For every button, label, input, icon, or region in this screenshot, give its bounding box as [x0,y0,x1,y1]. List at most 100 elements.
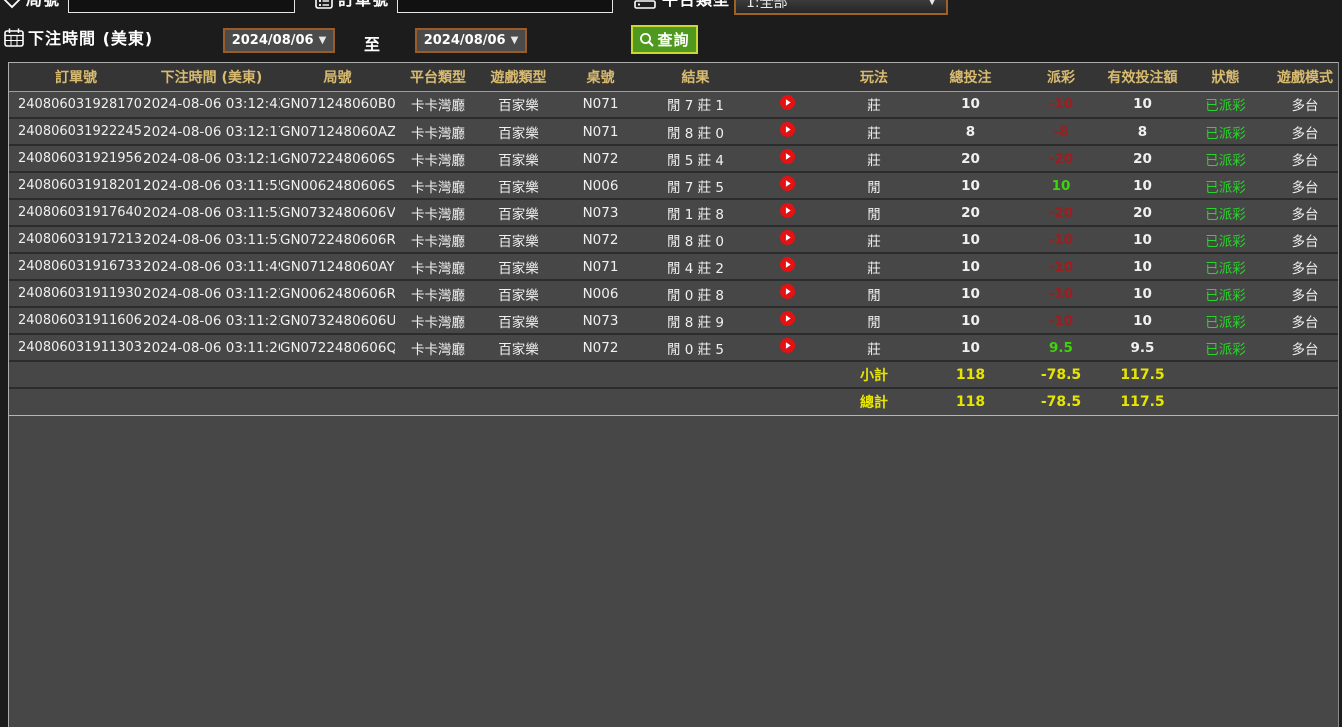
cell-result: 閒 8 莊 0 [645,118,746,145]
bet-time-filter-label: 下注時間 (美東) [28,31,153,47]
cell-status: 已派彩 [1184,91,1267,118]
cell-order-no: 240806031922245 [9,118,143,145]
col-header-result: 結果 [645,63,746,91]
cell-mode: 多台 [1267,172,1339,199]
date-from-picker[interactable]: 2024/08/06 ▼ [223,28,335,53]
cell-result: 閒 7 莊 5 [645,172,746,199]
col-header-valid-bet: 有效投注額 [1101,63,1184,91]
date-range-to-label: 至 [364,31,380,55]
cell-total-bet: 20 [920,145,1021,172]
cell-result: 閒 7 莊 1 [645,91,746,118]
cell-video [746,226,828,253]
cell-order-no: 240806031917213 [9,226,143,253]
query-button[interactable]: 查詢 [631,25,698,54]
cell-table-no: N071 [556,253,645,280]
chevron-down-icon: ▼ [928,0,936,7]
cell-mode: 多台 [1267,226,1339,253]
game-no-input[interactable] [68,0,295,13]
platform-type-select[interactable]: 1:全部 ▼ [734,0,948,15]
cell-platform: 卡卡灣廳 [395,307,481,334]
cell-payout: -20 [1021,145,1101,172]
cell-total-bet: 10 [920,307,1021,334]
cell-valid-bet: 20 [1101,199,1184,226]
play-video-icon[interactable] [780,311,795,326]
cell-mode: 多台 [1267,307,1339,334]
cell-video [746,172,828,199]
subtotal-total-bet: 118 [920,361,1021,388]
search-icon [639,32,655,48]
cell-bet-time: 2024-08-06 03:11:21 [143,307,280,334]
play-video-icon[interactable] [780,95,795,110]
cell-order-no: 240806031918201 [9,172,143,199]
cell-game-no: GN0722480606Q [280,334,395,361]
cell-status: 已派彩 [1184,307,1267,334]
cell-game-type: 百家樂 [481,280,556,307]
grand-total-spacer-left [9,388,828,415]
cell-total-bet: 8 [920,118,1021,145]
cell-mode: 多台 [1267,199,1339,226]
cell-play: 閒 [828,280,920,307]
cell-total-bet: 20 [920,199,1021,226]
cell-payout: -10 [1021,253,1101,280]
cell-payout: -10 [1021,307,1101,334]
play-video-icon[interactable] [780,176,795,191]
cell-payout: -10 [1021,280,1101,307]
cell-video [746,91,828,118]
table-row: 240806031911930 2024-08-06 03:11:23 GN00… [9,280,1339,307]
cell-mode: 多台 [1267,280,1339,307]
cell-payout: -8 [1021,118,1101,145]
bet-records-table: 訂單號 下注時間 (美東) 局號 平台類型 遊戲類型 桌號 結果 玩法 總投注 … [9,63,1339,416]
game-no-label: 局號 [26,0,60,8]
play-video-icon[interactable] [780,257,795,272]
cell-status: 已派彩 [1184,226,1267,253]
col-header-game-mode: 遊戲模式 [1267,63,1339,91]
cell-status: 已派彩 [1184,118,1267,145]
cell-video [746,307,828,334]
cell-platform: 卡卡灣廳 [395,172,481,199]
cell-table-no: N073 [556,307,645,334]
cell-game-type: 百家樂 [481,226,556,253]
table-header-row: 訂單號 下注時間 (美東) 局號 平台類型 遊戲類型 桌號 結果 玩法 總投注 … [9,63,1339,91]
cell-platform: 卡卡灣廳 [395,118,481,145]
cell-platform: 卡卡灣廳 [395,91,481,118]
cell-status: 已派彩 [1184,145,1267,172]
play-video-icon[interactable] [780,122,795,137]
play-video-icon[interactable] [780,203,795,218]
col-header-platform-type: 平台類型 [395,63,481,91]
cell-valid-bet: 10 [1101,253,1184,280]
subtotal-spacer-left [9,361,828,388]
cell-game-no: GN0062480606S [280,172,395,199]
list-icon [314,0,334,14]
cell-order-no: 240806031916733 [9,253,143,280]
cell-game-type: 百家樂 [481,91,556,118]
col-header-play: 玩法 [828,63,920,91]
cell-valid-bet: 9.5 [1101,334,1184,361]
cell-table-no: N006 [556,280,645,307]
cell-table-no: N073 [556,199,645,226]
cell-result: 閒 4 莊 2 [645,253,746,280]
col-header-game-type: 遊戲類型 [481,63,556,91]
cell-order-no: 240806031911303 [9,334,143,361]
cell-play: 莊 [828,253,920,280]
cell-game-type: 百家樂 [481,334,556,361]
cell-bet-time: 2024-08-06 03:12:17 [143,118,280,145]
cell-result: 閒 0 莊 8 [645,280,746,307]
order-no-input[interactable] [397,0,613,13]
cell-platform: 卡卡灣廳 [395,145,481,172]
date-to-picker[interactable]: 2024/08/06 ▼ [415,28,527,53]
cell-bet-time: 2024-08-06 03:11:20 [143,334,280,361]
cell-game-no: GN0732480606V [280,199,395,226]
cell-game-type: 百家樂 [481,307,556,334]
col-header-table-no: 桌號 [556,63,645,91]
play-video-icon[interactable] [780,284,795,299]
play-video-icon[interactable] [780,338,795,353]
cell-status: 已派彩 [1184,253,1267,280]
col-header-payout: 派彩 [1021,63,1101,91]
cell-table-no: N072 [556,145,645,172]
table-row: 240806031911606 2024-08-06 03:11:21 GN07… [9,307,1339,334]
play-video-icon[interactable] [780,230,795,245]
diamond-icon [2,0,22,14]
play-video-icon[interactable] [780,149,795,164]
cell-play: 閒 [828,172,920,199]
cell-bet-time: 2024-08-06 03:11:53 [143,199,280,226]
